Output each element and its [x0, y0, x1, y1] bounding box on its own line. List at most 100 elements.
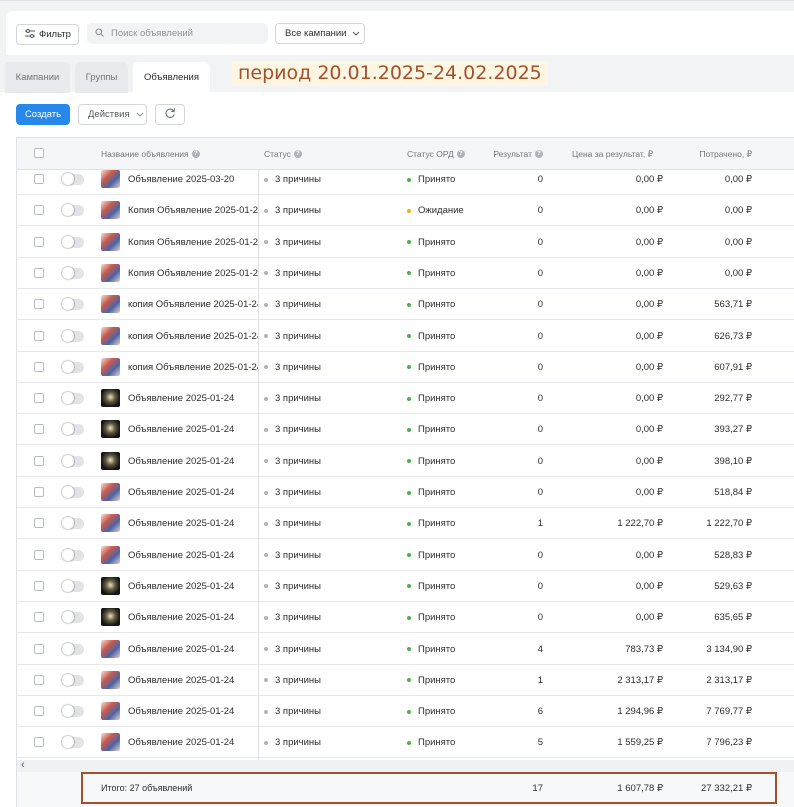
table-row[interactable]: Объявление 2025-01-24 3 причины Принято 0 0,…: [17, 383, 794, 415]
ad-thumbnail[interactable]: [101, 263, 120, 282]
row-checkbox[interactable]: [34, 236, 44, 247]
ad-status[interactable]: 3 причины: [264, 258, 321, 289]
row-toggle[interactable]: [62, 705, 84, 718]
row-checkbox[interactable]: [34, 706, 44, 717]
ad-name[interactable]: Объявление 2025-01-24: [128, 383, 258, 414]
row-checkbox[interactable]: [34, 267, 44, 278]
ad-name[interactable]: копия Объявление 2025-01-24: [128, 321, 258, 352]
row-toggle[interactable]: [62, 329, 84, 342]
row-checkbox[interactable]: [34, 299, 44, 310]
row-checkbox[interactable]: [34, 424, 44, 435]
ad-status[interactable]: 3 причины: [264, 227, 321, 258]
row-toggle[interactable]: [62, 266, 84, 279]
create-button[interactable]: Создать: [16, 104, 70, 125]
ad-name[interactable]: Объявление 2025-01-24: [128, 665, 258, 696]
ad-name[interactable]: копия Объявление 2025-01-24: [128, 289, 258, 320]
table-row[interactable]: Копия Объявление 2025-01-24 3 причины Прин…: [17, 227, 794, 258]
ad-name[interactable]: Объявление 2025-01-24: [128, 634, 258, 665]
table-row[interactable]: Объявление 2025-03-20 3 причины Принято 0 0,…: [17, 164, 794, 195]
ad-status[interactable]: 3 причины: [264, 352, 321, 383]
row-checkbox[interactable]: [34, 643, 44, 654]
tab-campaigns[interactable]: Кампании: [5, 62, 70, 93]
table-row[interactable]: Объявление 2025-01-24 3 причины Принято 4 78…: [17, 634, 794, 665]
ad-status[interactable]: 3 причины: [264, 540, 321, 571]
ad-name[interactable]: Копия Объявление 2025-01-24: [128, 227, 258, 258]
table-row[interactable]: Объявление 2025-01-24 3 причины Принято 0 0,…: [17, 477, 794, 508]
ad-thumbnail[interactable]: [101, 483, 120, 501]
ad-status[interactable]: 3 причины: [264, 602, 321, 633]
table-row[interactable]: Объявление 2025-01-24 3 причины Принято 0 0,…: [17, 602, 794, 634]
ad-name[interactable]: Копия Объявление 2025-01-24: [128, 258, 258, 289]
row-toggle[interactable]: [62, 579, 84, 592]
row-toggle[interactable]: [62, 204, 84, 217]
row-toggle[interactable]: [62, 173, 84, 185]
row-toggle[interactable]: [62, 235, 84, 248]
table-row[interactable]: копия Объявление 2025-01-24 3 причины Прин…: [17, 321, 794, 352]
help-icon[interactable]: ?: [293, 150, 302, 158]
tab-groups[interactable]: Группы: [75, 62, 128, 93]
ad-status[interactable]: 3 причины: [264, 383, 321, 414]
ad-thumbnail[interactable]: [101, 201, 120, 220]
ad-thumbnail[interactable]: [101, 170, 120, 188]
ad-status[interactable]: 3 причины: [264, 446, 321, 477]
ad-name[interactable]: Объявление 2025-01-24: [128, 602, 258, 633]
row-toggle[interactable]: [62, 486, 84, 498]
row-checkbox[interactable]: [34, 205, 44, 216]
select-all-checkbox[interactable]: [34, 148, 44, 158]
ad-name[interactable]: Объявление 2025-01-24: [128, 446, 258, 477]
scroll-left-icon[interactable]: ‹: [21, 760, 25, 772]
ad-thumbnail[interactable]: [101, 545, 120, 564]
table-row[interactable]: Объявление 2025-01-24 3 причины Принято 0 0,…: [17, 540, 794, 571]
table-row[interactable]: Копия Объявление 2025-01-24 3 причины Ожид…: [17, 195, 794, 227]
ad-thumbnail[interactable]: [101, 702, 120, 721]
row-toggle[interactable]: [62, 673, 84, 686]
ad-thumbnail[interactable]: [101, 608, 120, 627]
row-toggle[interactable]: [62, 548, 84, 561]
ad-status[interactable]: 3 причины: [264, 634, 321, 665]
ad-status[interactable]: 3 причины: [264, 289, 321, 320]
row-toggle[interactable]: [62, 423, 84, 436]
ad-status[interactable]: 3 причины: [264, 321, 321, 352]
ad-status[interactable]: 3 причины: [264, 665, 321, 696]
ad-thumbnail[interactable]: [101, 357, 120, 376]
row-checkbox[interactable]: [34, 361, 44, 372]
ad-status[interactable]: 3 причины: [264, 696, 321, 727]
tab-ads[interactable]: Объявления: [133, 62, 210, 93]
help-icon[interactable]: ?: [456, 150, 465, 158]
table-row[interactable]: Копия Объявление 2025-01-24 3 причины Прин…: [17, 258, 794, 289]
help-icon[interactable]: ?: [191, 150, 200, 158]
row-toggle[interactable]: [62, 298, 84, 311]
ad-status[interactable]: 3 причины: [264, 508, 321, 539]
table-row[interactable]: Объявление 2025-01-24 3 причины Принято 1 1 …: [17, 508, 794, 540]
ad-name[interactable]: Копия Объявление 2025-01-24: [128, 195, 258, 226]
filter-button[interactable]: Фильтр: [16, 24, 79, 45]
actions-dropdown[interactable]: Действия: [78, 104, 147, 125]
row-checkbox[interactable]: [34, 674, 44, 685]
row-checkbox[interactable]: [34, 330, 44, 341]
ad-status[interactable]: 3 причины: [264, 477, 321, 508]
ad-status[interactable]: 3 причины: [264, 727, 321, 758]
row-checkbox[interactable]: [34, 518, 44, 529]
ad-status[interactable]: 3 причины: [264, 414, 321, 445]
refresh-button[interactable]: [155, 104, 185, 125]
ad-name[interactable]: Объявление 2025-01-24: [128, 414, 258, 445]
ad-status[interactable]: 3 причины: [264, 195, 321, 226]
ad-thumbnail[interactable]: [101, 639, 120, 658]
row-toggle[interactable]: [62, 611, 84, 624]
row-checkbox[interactable]: [34, 393, 44, 404]
search-input[interactable]: Поиск объявлений: [87, 23, 268, 44]
horizontal-scrollbar[interactable]: ‹: [17, 760, 794, 772]
ad-thumbnail[interactable]: [101, 514, 120, 533]
ad-thumbnail[interactable]: [101, 451, 120, 470]
table-row[interactable]: Объявление 2025-01-24 3 причины Принято 0 0,…: [17, 414, 794, 446]
ad-thumbnail[interactable]: [101, 295, 120, 314]
ad-thumbnail[interactable]: [101, 420, 120, 439]
help-icon[interactable]: ?: [535, 150, 543, 158]
table-row[interactable]: Объявление 2025-01-24 3 причины Принято 1 2 …: [17, 665, 794, 696]
ad-thumbnail[interactable]: [101, 389, 120, 408]
row-toggle[interactable]: [62, 392, 84, 405]
row-toggle[interactable]: [62, 736, 84, 749]
ad-status[interactable]: 3 причины: [264, 164, 321, 195]
row-toggle[interactable]: [62, 642, 84, 655]
row-checkbox[interactable]: [34, 455, 44, 466]
